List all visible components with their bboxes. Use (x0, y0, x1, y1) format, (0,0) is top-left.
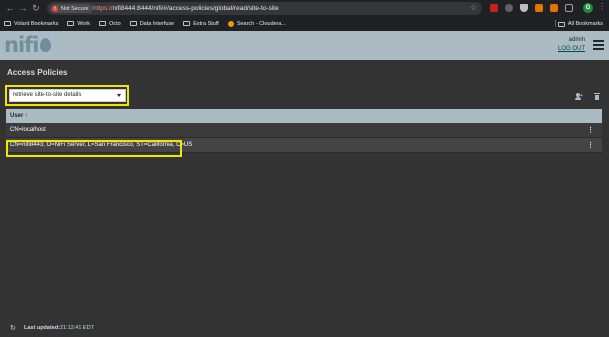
folder-icon (67, 21, 75, 26)
extensions-puzzle-icon[interactable] (565, 4, 573, 12)
row-menu-icon[interactable]: ⋮ (587, 126, 594, 134)
all-bookmarks-label: All Bookmarks (567, 21, 603, 27)
back-icon[interactable]: ← (5, 3, 15, 13)
folder-icon (183, 21, 191, 26)
bookmark-data-interfuse[interactable]: Data Interfuse (129, 20, 175, 27)
bookmark-label: Extra Stuff (193, 20, 219, 27)
folder-icon (99, 21, 107, 26)
sort-arrow-icon: ↑ (25, 113, 29, 119)
bookmarks-divider (555, 20, 556, 27)
bookmark-label: Octo (109, 20, 121, 27)
add-user-icon[interactable]: + (575, 93, 583, 100)
last-updated-value: 21:12:41 EDT (60, 325, 94, 331)
not-secure-badge[interactable]: ! Not Secure (50, 4, 93, 13)
bookmark-star-icon[interactable]: ☆ (470, 3, 477, 12)
status-footer: ↻ Last updated: 21:12:41 EDT (0, 317, 609, 337)
bookmark-label: Work (77, 20, 91, 27)
extension-red-icon[interactable] (490, 4, 498, 12)
row-highlight (6, 140, 182, 157)
browser-toolbar: ← → ↻ ! Not Secure https://nifi8444:8444… (0, 0, 609, 17)
extension-gray-icon[interactable] (505, 4, 513, 12)
logo-drop-icon (40, 38, 51, 52)
delete-policy-icon[interactable] (594, 93, 600, 100)
table-row[interactable]: CN=localhost ⋮ (6, 123, 602, 138)
address-bar[interactable]: ! Not Secure https://nifi8444:8444/nifi/… (47, 2, 482, 15)
url-path: nifi8444:8444/nifi/#/access-policies/glo… (112, 5, 279, 12)
user-cell: CN=localhost (10, 127, 46, 133)
folder-icon (129, 21, 137, 26)
last-updated-label: Last updated: (24, 325, 61, 331)
user-block: admin LOG OUT (558, 37, 585, 52)
refresh-icon[interactable]: ↻ (10, 324, 16, 332)
folder-icon (4, 21, 11, 26)
page-title: Access Policies (7, 68, 68, 77)
column-header-user[interactable]: User ↑ (10, 113, 28, 119)
bookmark-extra-stuff[interactable]: Extra Stuff (183, 21, 219, 27)
bookmark-work[interactable]: Work (67, 21, 90, 27)
bookmark-octo[interactable]: Octo (99, 21, 121, 27)
main-content: Access Policies retrieve site-to-site de… (0, 60, 609, 337)
warning-icon: ! (52, 5, 58, 12)
chevron-down-icon (117, 94, 121, 97)
extension-shield-icon[interactable] (520, 4, 528, 12)
cloudera-icon (227, 20, 234, 27)
column-user-label: User (10, 113, 24, 119)
bookmark-volant[interactable]: Volant Bookmarks (4, 21, 58, 27)
folder-icon (557, 21, 565, 27)
username: admin (568, 37, 585, 43)
browser-menu-icon[interactable]: ⋮ (598, 2, 606, 11)
all-bookmarks-button[interactable]: All Bookmarks (557, 21, 603, 27)
forward-icon[interactable]: → (18, 3, 28, 13)
url-scheme: https:// (93, 5, 113, 12)
policy-select-value: retrieve site-to-site details (13, 92, 82, 98)
bookmark-label: Search - Cloudera... (236, 20, 287, 27)
bookmark-cloudera-search[interactable]: Search - Cloudera... (227, 20, 287, 27)
bookmark-label: Data Interfuse (139, 20, 175, 27)
logo-text: nifi (4, 33, 39, 57)
logout-link[interactable]: LOG OUT (558, 46, 585, 52)
reload-icon[interactable]: ↻ (31, 3, 41, 13)
not-secure-label: Not Secure (61, 5, 89, 12)
profile-avatar[interactable]: G (583, 3, 593, 13)
row-menu-icon[interactable]: ⋮ (587, 141, 594, 149)
app-header: nifi admin LOG OUT (0, 31, 609, 60)
table-header: User ↑ (6, 109, 602, 123)
url-text[interactable]: https://nifi8444:8444/nifi/#/access-poli… (93, 4, 279, 13)
hamburger-menu-icon[interactable] (593, 40, 604, 50)
bookmark-label: Volant Bookmarks (14, 20, 59, 27)
extension-orange-icon[interactable] (535, 4, 543, 12)
bookmarks-bar: Volant Bookmarks Work Octo Data Interfus… (0, 17, 609, 30)
policy-select[interactable]: retrieve site-to-site details (9, 89, 126, 102)
extension-orange-2-icon[interactable] (550, 4, 558, 12)
browser-chrome: ← → ↻ ! Not Secure https://nifi8444:8444… (0, 0, 609, 31)
